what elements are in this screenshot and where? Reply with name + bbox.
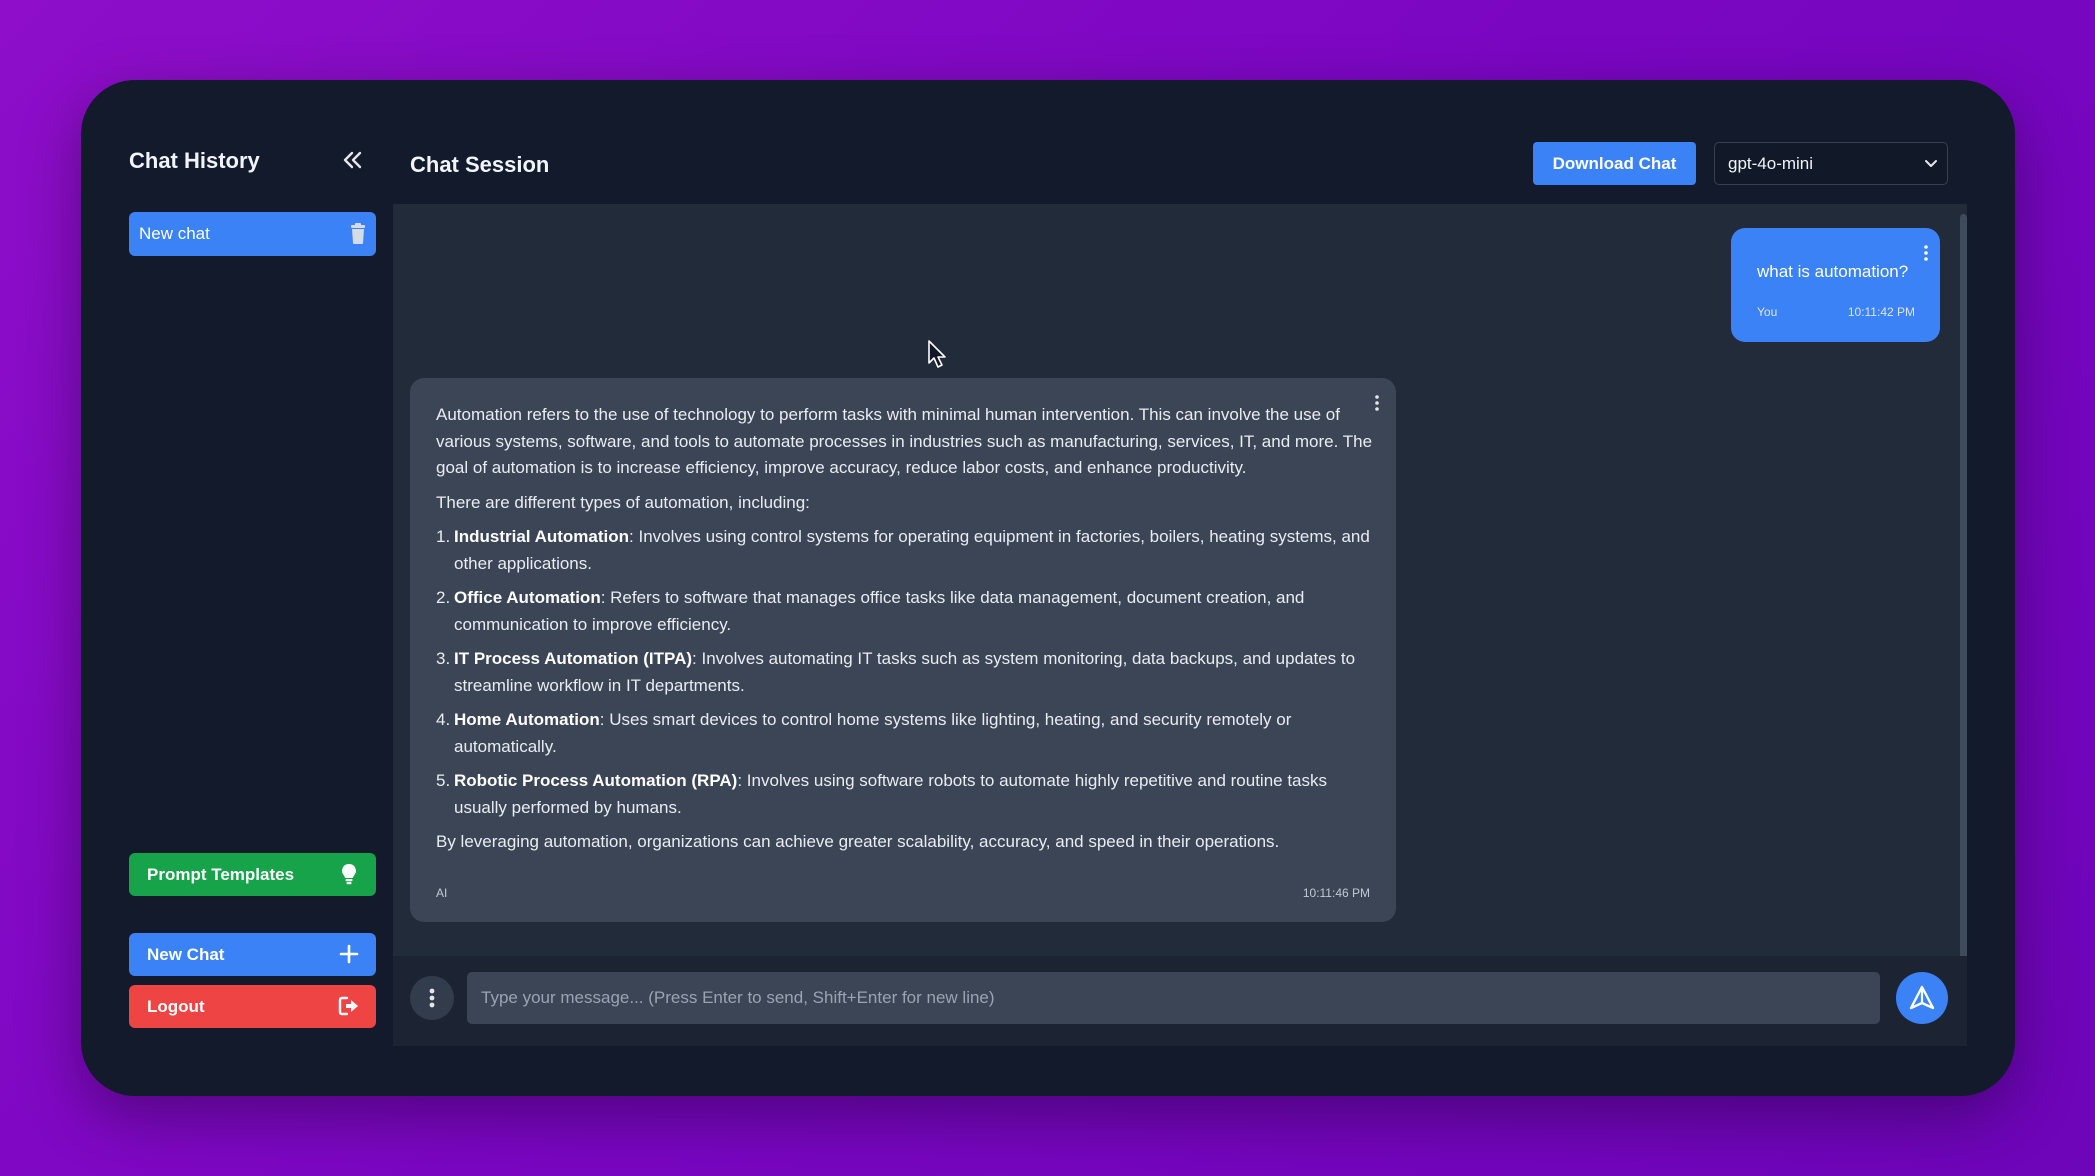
sidebar-title: Chat History bbox=[129, 148, 260, 173]
message-options-icon[interactable] bbox=[1920, 244, 1932, 264]
collapse-sidebar-button[interactable] bbox=[338, 147, 366, 175]
prompt-templates-label: Prompt Templates bbox=[147, 864, 295, 884]
logout-label: Logout bbox=[147, 996, 205, 1016]
model-select[interactable]: gpt-4o-mini bbox=[1714, 142, 1948, 185]
user-message: what is automation? You 10:11:42 PM bbox=[1731, 228, 1940, 342]
input-menu-button[interactable] bbox=[410, 976, 454, 1020]
send-button[interactable] bbox=[1896, 972, 1948, 1024]
page-title: Chat Session bbox=[410, 152, 550, 177]
user-message-time: 10:11:42 PM bbox=[1847, 305, 1915, 319]
sidebar: Chat History New chat Prompt Templates N… bbox=[81, 80, 393, 1096]
lightbulb-icon bbox=[338, 863, 360, 885]
list-item: 2. Office Automation: Refers to software … bbox=[436, 588, 1305, 634]
ai-message: Automation refers to the use of technolo… bbox=[410, 378, 1396, 922]
model-select-value: gpt-4o-mini bbox=[1728, 153, 1814, 173]
download-chat-button[interactable]: Download Chat bbox=[1533, 142, 1696, 185]
user-message-sender: You bbox=[1757, 305, 1778, 319]
double-chevron-left-icon bbox=[343, 151, 362, 169]
app-window: Chat History New chat Prompt Templates N… bbox=[81, 80, 2015, 1096]
logout-button[interactable]: Logout bbox=[129, 985, 376, 1028]
trash-icon[interactable] bbox=[348, 223, 368, 245]
list-item: 5. Robotic Process Automation (RPA): Invo… bbox=[436, 771, 1328, 817]
message-input-bar bbox=[393, 956, 1967, 1046]
send-icon bbox=[1909, 985, 1935, 1010]
ai-message-conclusion: By leveraging automation, organizations … bbox=[436, 832, 1280, 851]
ai-message-sender: AI bbox=[436, 886, 448, 900]
chat-messages-area[interactable]: what is automation? You 10:11:42 PM Auto… bbox=[393, 204, 1967, 959]
ai-message-time: 10:11:46 PM bbox=[1302, 886, 1370, 900]
logout-icon bbox=[338, 995, 360, 1017]
vertical-dots-icon bbox=[429, 988, 435, 1008]
list-item: 1. Industrial Automation: Involves using … bbox=[436, 527, 1370, 573]
new-chat-label: New Chat bbox=[147, 944, 225, 964]
plus-icon bbox=[338, 943, 360, 965]
automation-types-list: 1. Industrial Automation: Involves using … bbox=[436, 524, 1376, 821]
prompt-templates-button[interactable]: Prompt Templates bbox=[129, 853, 376, 896]
list-item: 4. Home Automation: Uses smart devices to… bbox=[436, 710, 1292, 756]
new-chat-button[interactable]: New Chat bbox=[129, 933, 376, 976]
user-message-text: what is automation? bbox=[1757, 262, 1909, 281]
chevron-down-icon bbox=[1925, 160, 1937, 167]
history-item-new-chat[interactable]: New chat bbox=[129, 212, 376, 256]
ai-message-intro: Automation refers to the use of technolo… bbox=[436, 405, 1373, 477]
ai-message-body: Automation refers to the use of technolo… bbox=[436, 402, 1376, 864]
list-item: 3. IT Process Automation (ITPA): Involves… bbox=[436, 649, 1356, 695]
mouse-cursor-icon bbox=[928, 340, 946, 368]
scrollbar[interactable] bbox=[1960, 214, 1967, 959]
ai-message-types-heading: There are different types of automation,… bbox=[436, 492, 810, 512]
message-input[interactable] bbox=[467, 972, 1880, 1024]
history-item-label: New chat bbox=[139, 224, 210, 243]
